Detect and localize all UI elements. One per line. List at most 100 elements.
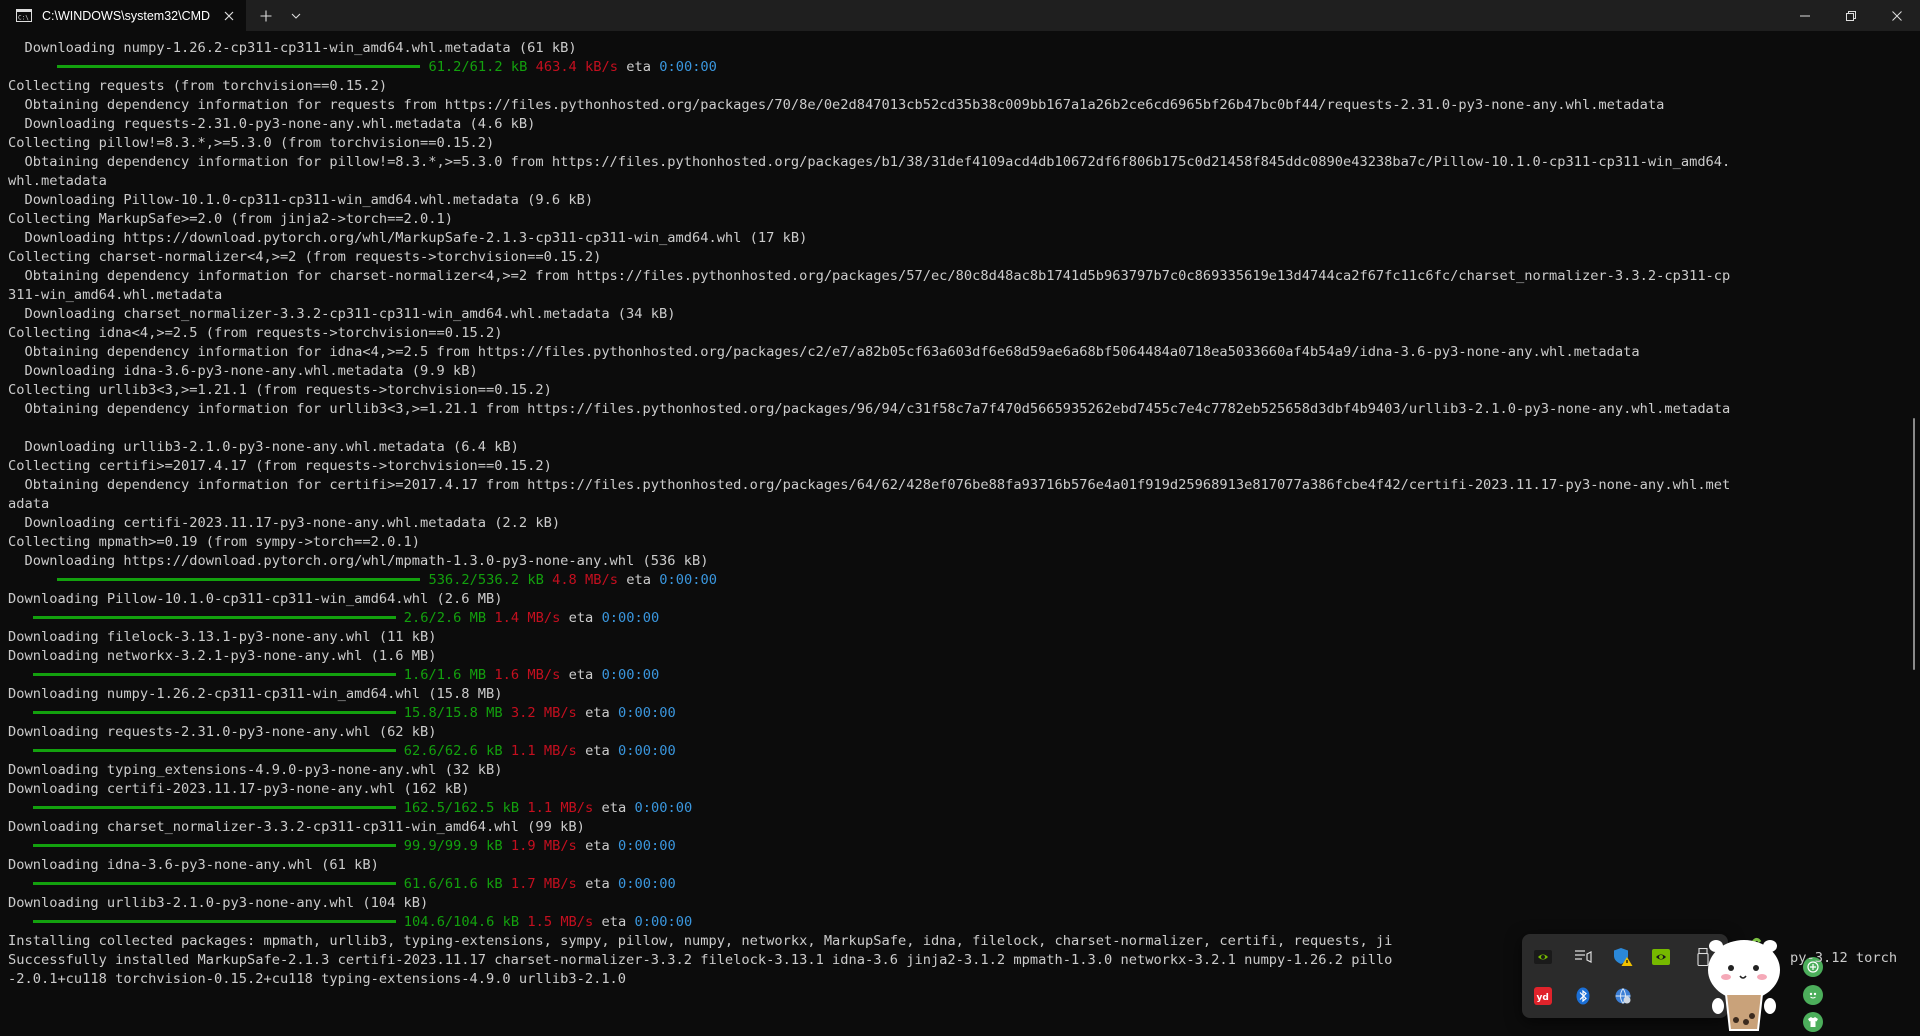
progress-amount: 61.6/61.6 kB — [403, 876, 503, 892]
progress-line: 1.6/1.6 MB 1.6 MB/s eta 0:00:00 — [8, 666, 1888, 685]
output-line: Downloading Pillow-10.1.0-cp311-cp311-wi… — [8, 192, 594, 208]
network-globe-icon[interactable] — [1612, 985, 1634, 1007]
progress-indent — [8, 800, 33, 816]
progress-rate: 3.2 MB/s — [510, 705, 577, 721]
progress-indent — [8, 705, 33, 721]
eta-label: eta — [601, 800, 627, 816]
output-line: Downloading requests-2.31.0-py3-none-any… — [8, 116, 536, 132]
output-line: Downloading https://download.pytorch.org… — [8, 553, 709, 569]
close-icon[interactable] — [218, 5, 240, 27]
progress-bar — [32, 843, 396, 847]
progress-line: 62.6/62.6 kB 1.1 MB/s eta 0:00:00 — [8, 742, 1888, 761]
output-line: Obtaining dependency information for req… — [8, 97, 1665, 113]
output-line: whl.metadata — [8, 173, 107, 189]
eta-value: 0:00:00 — [659, 59, 717, 75]
plus-icon — [260, 10, 272, 21]
progress-line: 15.8/15.8 MB 3.2 MB/s eta 0:00:00 — [8, 704, 1888, 723]
progress-indent — [8, 572, 57, 588]
output-line: Obtaining dependency information for cer… — [8, 477, 1731, 493]
terminal-icon: C:\ — [16, 9, 32, 22]
scrollbar-thumb[interactable] — [1913, 418, 1915, 670]
eta-value: 0:00:00 — [601, 610, 660, 626]
output-line: Downloading certifi-2023.11.17-py3-none-… — [8, 781, 470, 797]
face-icon[interactable] — [1803, 985, 1823, 1005]
output-line: 311-win_amd64.whl.metadata — [8, 287, 223, 303]
tab-dropdown-button[interactable] — [286, 0, 306, 31]
system-tray-overflow: yd — [1522, 934, 1728, 1018]
output-line: Collecting MarkupSafe>=2.0 (from jinja2-… — [8, 211, 453, 227]
progress-indent — [8, 914, 33, 930]
bluetooth-icon[interactable] — [1572, 985, 1594, 1007]
progress-amount: 104.6/104.6 kB — [403, 914, 520, 930]
audio-device-icon[interactable] — [1572, 946, 1594, 968]
output-line: Downloading networkx-3.2.1-py3-none-any.… — [8, 648, 437, 664]
output-line: Collecting idna<4,>=2.5 (from requests->… — [8, 325, 503, 341]
new-tab-button[interactable] — [246, 0, 286, 31]
eta-label: eta — [585, 743, 610, 759]
progress-indent — [8, 667, 33, 683]
output-line: Downloading typing_extensions-4.9.0-py3-… — [8, 762, 503, 778]
progress-bar — [32, 805, 396, 809]
output-line: Obtaining dependency information for pil… — [8, 154, 1731, 170]
progress-amount: 536.2/536.2 kB — [428, 572, 544, 588]
progress-rate: 1.5 MB/s — [527, 914, 594, 930]
eta-label: eta — [585, 838, 610, 854]
title-bar-drag-area[interactable] — [306, 0, 1782, 31]
output-line: Downloading filelock-3.13.1-py3-none-any… — [8, 629, 437, 645]
eta-value: 0:00:00 — [601, 667, 660, 683]
output-line: Downloading numpy-1.26.2-cp311-cp311-win… — [8, 40, 577, 56]
eta-label: eta — [568, 610, 594, 626]
minimize-button[interactable] — [1782, 0, 1828, 31]
progress-indent — [8, 59, 57, 75]
output-line: Downloading charset_normalizer-3.3.2-cp3… — [8, 819, 585, 835]
progress-line: 536.2/536.2 kB 4.8 MB/s eta 0:00:00 — [8, 571, 1888, 590]
progress-line: 2.6/2.6 MB 1.4 MB/s eta 0:00:00 — [8, 609, 1888, 628]
nvidia-icon[interactable] — [1532, 946, 1554, 968]
youdao-icon[interactable]: yd — [1532, 985, 1554, 1007]
tab-title: C:\WINDOWS\system32\CMD — [42, 8, 211, 23]
eta-label: eta — [568, 667, 594, 683]
shirt-icon[interactable] — [1803, 1012, 1823, 1032]
eta-label: eta — [585, 876, 610, 892]
progress-amount: 99.9/99.9 kB — [403, 838, 503, 854]
progress-amount: 61.2/61.2 kB — [428, 59, 528, 75]
progress-amount: 162.5/162.5 kB — [403, 800, 520, 816]
eta-value: 0:00:00 — [634, 914, 693, 930]
tab-cmd[interactable]: C:\ C:\WINDOWS\system32\CMD — [0, 0, 246, 31]
output-line: adata — [8, 496, 50, 512]
output-line: Downloading https://download.pytorch.org… — [8, 230, 808, 246]
output-line: Downloading urllib3-2.1.0-py3-none-any.w… — [8, 439, 519, 455]
progress-indent — [8, 838, 33, 854]
progress-rate: 1.7 MB/s — [510, 876, 577, 892]
output-line: Downloading Pillow-10.1.0-cp311-cp311-wi… — [8, 591, 503, 607]
output-line: Obtaining dependency information for idn… — [8, 344, 1640, 360]
progress-line: 61.2/61.2 kB 463.4 kB/s eta 0:00:00 — [8, 58, 1888, 77]
restore-button[interactable] — [1828, 0, 1874, 31]
output-line: Obtaining dependency information for cha… — [8, 268, 1731, 284]
bubble-tea-bear-mascot[interactable] — [1704, 936, 1788, 1032]
terminal-output[interactable]: Downloading numpy-1.26.2-cp311-cp311-win… — [8, 39, 1888, 989]
svg-text:yd: yd — [1537, 993, 1549, 1003]
output-line: Obtaining dependency information for url… — [8, 401, 1731, 417]
windows-security-warning-icon[interactable] — [1612, 946, 1634, 968]
eta-label: eta — [626, 572, 651, 588]
output-line: Collecting pillow!=8.3.*,>=5.3.0 (from t… — [8, 135, 495, 151]
progress-line: 162.5/162.5 kB 1.1 MB/s eta 0:00:00 — [8, 799, 1888, 818]
output-line: Downloading charset_normalizer-3.3.2-cp3… — [8, 306, 676, 322]
eta-label: eta — [626, 59, 651, 75]
output-line: Collecting charset-normalizer<4,>=2 (fro… — [8, 249, 602, 265]
eta-value: 0:00:00 — [659, 572, 717, 588]
progress-rate: 1.1 MB/s — [510, 743, 577, 759]
progress-bar — [57, 64, 421, 68]
eta-value: 0:00:00 — [634, 800, 693, 816]
progress-bar — [32, 710, 396, 714]
eta-value: 0:00:00 — [618, 876, 676, 892]
output-line: Downloading requests-2.31.0-py3-none-any… — [8, 724, 437, 740]
eta-label: eta — [601, 914, 627, 930]
progress-line: 99.9/99.9 kB 1.9 MB/s eta 0:00:00 — [8, 837, 1888, 856]
nvidia-geforce-icon[interactable] — [1650, 946, 1672, 968]
output-line: Collecting certifi>=2017.4.17 (from requ… — [8, 458, 552, 474]
progress-bar — [32, 919, 396, 923]
window-close-button[interactable] — [1874, 0, 1920, 31]
